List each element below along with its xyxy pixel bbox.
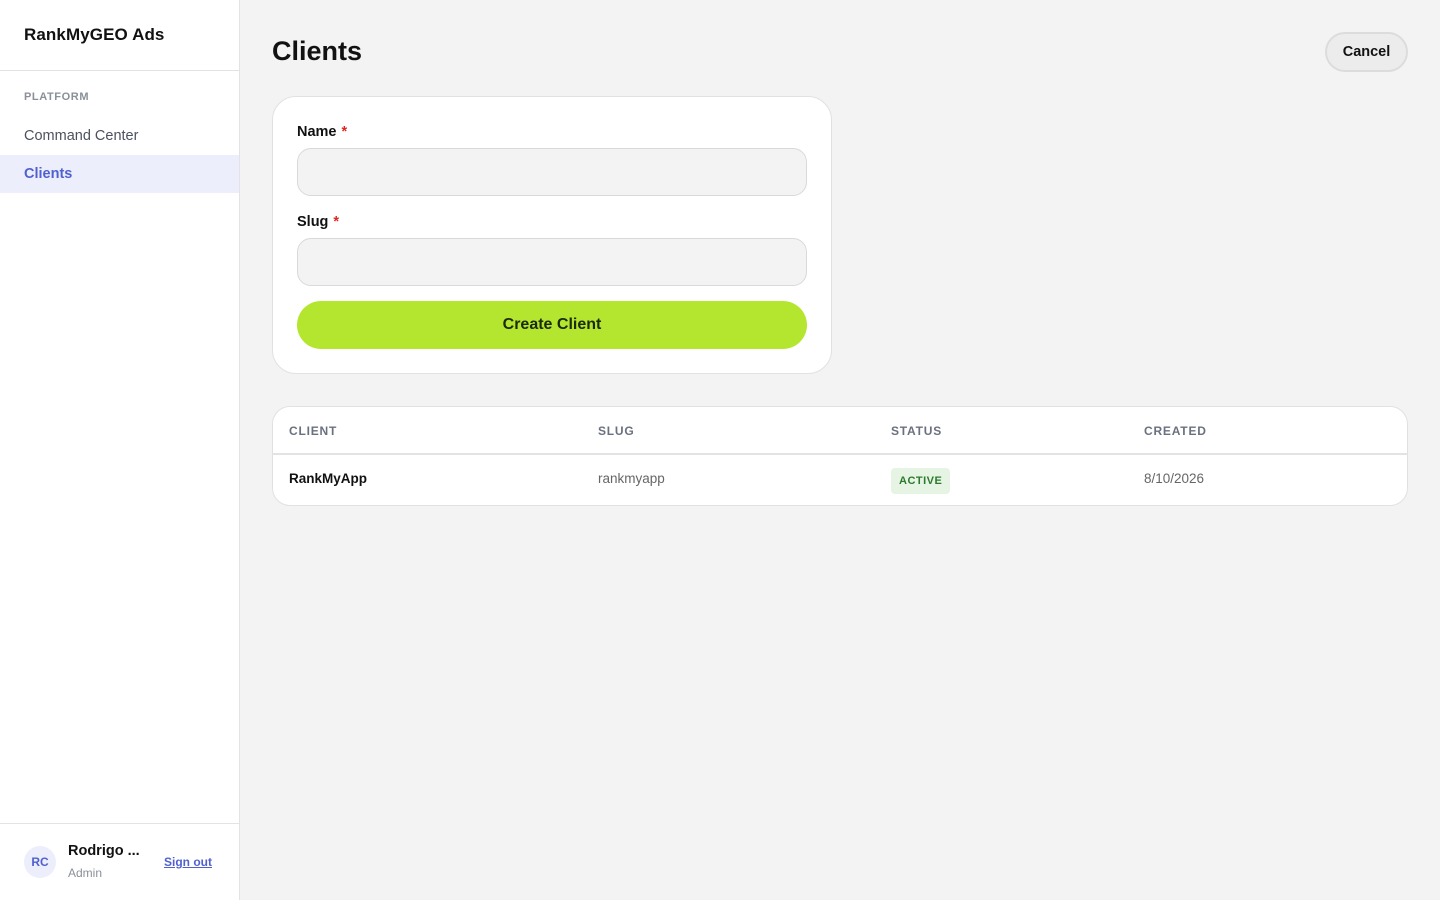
create-client-button[interactable]: Create Client bbox=[297, 301, 807, 349]
slug-input[interactable] bbox=[297, 238, 807, 286]
column-header-client: CLIENT bbox=[289, 424, 338, 438]
slug-field-label: Slug * bbox=[297, 214, 339, 230]
sidebar-nav: Command Center Clients bbox=[0, 117, 239, 193]
clients-table: CLIENT SLUG STATUS CREATED RankMyApp ran… bbox=[272, 406, 1408, 506]
avatar: RC bbox=[24, 846, 56, 878]
column-header-status: STATUS bbox=[891, 424, 943, 438]
required-marker: * bbox=[333, 214, 340, 230]
slug-cell: rankmyapp bbox=[598, 471, 665, 486]
column-header-created: CREATED bbox=[1144, 424, 1207, 438]
client-name-cell: RankMyApp bbox=[289, 471, 368, 486]
required-marker: * bbox=[341, 124, 348, 140]
user-name: Rodrigo ... bbox=[68, 843, 140, 859]
page-title: Clients bbox=[272, 36, 363, 66]
sidebar-item-clients[interactable]: Clients bbox=[0, 155, 239, 193]
nav-section-label: PLATFORM bbox=[24, 91, 90, 103]
user-panel: RC Rodrigo ... Admin Sign out bbox=[0, 823, 239, 900]
name-field-label: Name * bbox=[297, 124, 347, 140]
create-client-form: Name * Slug * Create Client bbox=[272, 96, 832, 374]
user-role: Admin bbox=[68, 866, 103, 880]
name-label-text: Name bbox=[297, 124, 337, 140]
slug-label-text: Slug bbox=[297, 214, 329, 230]
column-header-slug: SLUG bbox=[598, 424, 635, 438]
table-row[interactable]: RankMyApp rankmyapp ACTIVE 8/10/2026 bbox=[273, 455, 1407, 505]
created-date-cell: 8/10/2026 bbox=[1144, 471, 1205, 486]
name-input[interactable] bbox=[297, 148, 807, 196]
cancel-button[interactable]: Cancel bbox=[1325, 32, 1408, 72]
sidebar: RankMyGEO Ads PLATFORM Command Center Cl… bbox=[0, 0, 240, 900]
status-badge: ACTIVE bbox=[891, 468, 951, 494]
sign-out-link[interactable]: Sign out bbox=[164, 855, 212, 869]
brand-logo-text: RankMyGEO Ads bbox=[0, 0, 239, 71]
sidebar-item-command-center[interactable]: Command Center bbox=[0, 117, 239, 155]
table-header: CLIENT SLUG STATUS CREATED bbox=[273, 407, 1407, 455]
